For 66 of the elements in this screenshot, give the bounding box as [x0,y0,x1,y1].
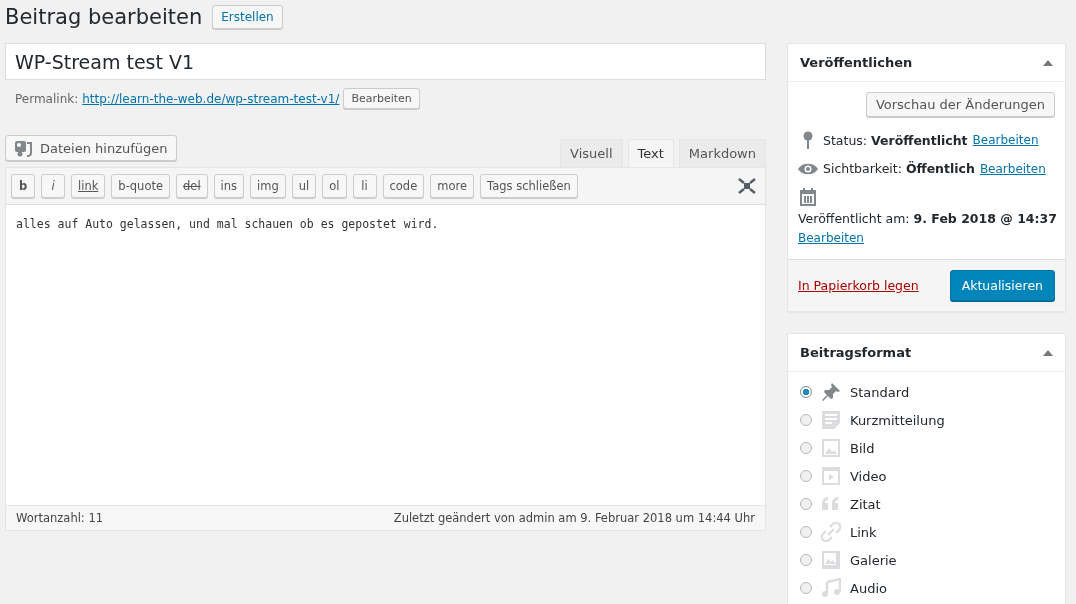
video-icon [821,466,841,486]
format-button[interactable]: ins [213,174,245,198]
format-option[interactable]: Zitat [850,496,881,512]
permalink-link[interactable]: http://learn-the-web.de/wp-stream-test-v1/ [82,91,340,106]
publish-setting: Status: Veröffentlicht [823,132,968,148]
collapse-icon[interactable] [1043,59,1053,66]
page-title: Beitrag bearbeiten [5,5,203,29]
publish-setting: Veröffentlicht am: 9. Feb 2018 @ 14:37 [798,211,1057,226]
collapse-icon[interactable] [1043,349,1053,356]
trash-link[interactable]: In Papierkorb legen [798,278,919,293]
format-button[interactable]: img [250,174,286,198]
edit-link[interactable]: Bearbeiten [798,231,864,245]
eye-icon [798,162,818,175]
format-button[interactable]: ol [322,174,347,198]
media-icon [14,139,34,157]
radio-button[interactable] [800,526,812,538]
format-button[interactable]: li [352,174,377,198]
edit-link[interactable]: Bearbeiten [972,133,1039,147]
music-note-icon [821,578,841,598]
format-option[interactable]: Bild [850,440,875,456]
format-option[interactable]: Video [850,468,887,484]
radio-button[interactable] [800,442,812,454]
preview-button[interactable]: Vorschau der Änderungen [865,92,1055,117]
format-button[interactable]: link [71,174,106,198]
editor-tab[interactable]: Text [627,139,674,167]
format-button[interactable]: code [382,174,425,198]
format-option[interactable]: Audio [850,580,887,596]
edit-link[interactable]: Bearbeiten [979,161,1046,176]
last-edited-text: Zuletzt geändert von admin am 9. Februar 2018 um 14:44 Uhr [393,511,755,525]
note-icon [821,410,841,430]
format-button[interactable]: b-quote [111,174,170,198]
image-icon [821,438,841,458]
radio-button[interactable] [800,414,812,426]
radio-button[interactable] [800,498,812,510]
radio-button[interactable] [800,470,812,482]
format-button[interactable]: i [41,174,65,198]
format-option[interactable]: Kurzmitteilung [850,412,945,428]
format-option[interactable]: Galerie [850,552,897,568]
pushpin-icon [821,382,841,402]
edit-permalink-button[interactable]: Bearbeiten [343,88,420,109]
editor-tab[interactable]: Markdown [678,139,766,167]
format-button[interactable]: more [430,174,475,198]
format-option[interactable]: Standard [850,384,910,400]
publish-setting: Sichtbarkeit: Öffentlich [823,161,975,176]
fullscreen-icon[interactable] [738,178,756,194]
permalink-label: Permalink: [15,91,79,106]
radio-button[interactable] [800,554,812,566]
title-field[interactable]: WP-Stream test V1 [5,43,766,80]
calendar-icon [798,188,818,206]
gallery-icon [821,550,841,570]
format-option[interactable]: Link [850,524,877,540]
radio-button[interactable] [800,582,812,594]
editor-tab[interactable]: Visuell [560,139,623,167]
format-button[interactable]: b [11,174,35,198]
panel-title: Veröffentlichen [800,55,913,70]
content-editor[interactable]: alles auf Auto gelassen, und mal schauen ob es gepostet wird. [6,205,765,505]
word-count: Wortanzahl: 11 [16,511,104,525]
format-button[interactable]: ul [291,174,317,198]
format-button[interactable]: Tags schließen [480,174,578,198]
chain-link-icon [821,522,841,542]
update-button[interactable]: Aktualisieren [949,270,1055,301]
panel-title: Beitragsformat [800,345,912,360]
add-media-button[interactable]: Dateien hinzufügen [5,135,177,161]
add-new-button[interactable]: Erstellen [212,5,283,29]
format-button[interactable]: del [176,174,208,198]
radio-button[interactable] [800,386,812,398]
